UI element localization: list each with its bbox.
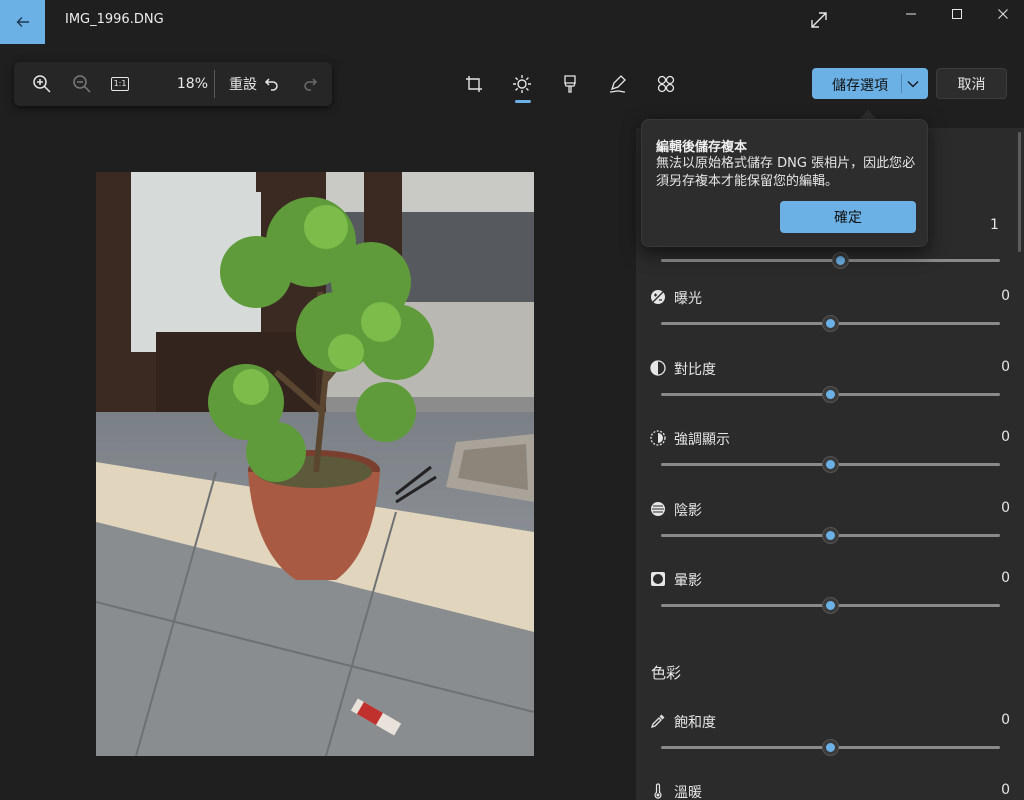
adjustment-row: 曝光 0 (650, 288, 1010, 332)
slider-track[interactable] (661, 259, 1000, 262)
adjustment-label-row: 暈影 0 (650, 570, 1010, 590)
adjustment-label: 對比度 (674, 362, 716, 378)
zoom-in-icon (33, 75, 51, 93)
retouch-icon (657, 75, 675, 93)
actual-size-icon: 1:1 (111, 77, 129, 91)
slider-thumb[interactable] (822, 315, 839, 332)
zoom-in-button[interactable] (24, 62, 60, 106)
crop-icon (466, 76, 482, 92)
adjustment-value[interactable]: 0 (1001, 782, 1010, 798)
contrast-icon (650, 360, 666, 376)
adjustment-row: 溫暖 0 (650, 782, 1010, 800)
adjustment-row: 陰影 0 (650, 500, 1010, 544)
highlights-icon (650, 430, 666, 446)
adjustment-value[interactable]: 0 (1001, 429, 1010, 445)
undo-icon (264, 78, 278, 91)
slider-thumb[interactable] (832, 252, 850, 269)
teaching-tip: 編輯後儲存複本 無法以原始格式儲存 DNG 張相片，因此您必須另存複本才能保留您… (641, 119, 928, 247)
save-options-label: 儲存選項 (832, 78, 888, 94)
zoom-out-button[interactable] (64, 62, 100, 106)
arrow-left-icon (16, 17, 29, 27)
adjustment-row: 強調顯示 0 (650, 429, 1010, 473)
adjustment-label-row: 溫暖 0 (650, 782, 1010, 800)
zoom-out-icon (73, 75, 91, 93)
chevron-down-icon[interactable] (906, 77, 920, 91)
teaching-tip-title: 編輯後儲存複本 (656, 140, 748, 155)
filter-brush-icon (564, 75, 576, 93)
slider-thumb[interactable] (822, 456, 839, 473)
tool-retouch[interactable] (648, 68, 684, 100)
adjustment-label: 強調顯示 (674, 432, 730, 448)
adjustment-label-row: 曝光 0 (650, 288, 1010, 308)
adjustment-value[interactable]: 0 (1001, 712, 1010, 728)
adjustment-label-row: 飽和度 0 (650, 712, 1010, 732)
tool-crop[interactable] (456, 68, 492, 100)
zoom-percent[interactable]: 18% (162, 62, 208, 106)
adjustment-label-row: 陰影 0 (650, 500, 1010, 520)
shadows-icon (650, 501, 666, 517)
ok-button[interactable]: 確定 (780, 201, 916, 233)
adjustment-value[interactable]: 0 (1001, 288, 1010, 304)
title-bar: IMG_1996.DNG (0, 0, 1024, 44)
adjustment-label: 陰影 (674, 503, 702, 519)
adjustment-label-row: 對比度 0 (650, 359, 1010, 379)
photos-editor-window: IMG_1996.DNG 1:1 18% 重設 儲存選項 取消 1 曝光 0 對… (0, 0, 1024, 800)
window-title: IMG_1996.DNG (65, 12, 164, 27)
cancel-button[interactable]: 取消 (936, 68, 1007, 99)
adjustment-label: 曝光 (674, 291, 702, 307)
back-button[interactable] (0, 0, 45, 44)
save-options-button[interactable]: 儲存選項 (812, 68, 928, 99)
maximize-button[interactable] (934, 0, 980, 28)
undo-button[interactable] (254, 62, 290, 106)
tool-filter[interactable] (552, 68, 588, 100)
adjustment-label: 溫暖 (674, 785, 702, 800)
adjustment-label-row: 強調顯示 0 (650, 429, 1010, 449)
slider-thumb[interactable] (822, 386, 839, 403)
redo-button[interactable] (292, 62, 328, 106)
markup-pen-icon (609, 75, 626, 93)
tool-adjust[interactable] (504, 68, 540, 100)
potted-plant-photo (96, 172, 534, 756)
panel-scrollbar[interactable] (1018, 132, 1021, 252)
active-tool-indicator (515, 100, 531, 103)
slider-thumb[interactable] (822, 739, 839, 756)
adjustment-value[interactable]: 0 (1001, 359, 1010, 375)
vignette-icon (650, 571, 666, 587)
adjustment-value[interactable]: 0 (1001, 570, 1010, 586)
teaching-tip-body: 無法以原始格式儲存 DNG 張相片，因此您必須另存複本才能保留您的編輯。 (656, 156, 916, 189)
adjustment-row: 暈影 0 (650, 570, 1010, 614)
redo-icon (304, 78, 318, 91)
adjustment-label: 暈影 (674, 573, 702, 589)
adjust-light-icon (513, 75, 531, 93)
warmth-thermometer-icon (650, 783, 666, 799)
tool-markup[interactable] (600, 68, 636, 100)
expand-diagonal-icon[interactable] (808, 9, 830, 31)
adjustment-label: 飽和度 (674, 715, 716, 731)
slider-thumb[interactable] (822, 597, 839, 614)
adjustment-row: 對比度 0 (650, 359, 1010, 403)
color-section-title: 色彩 (651, 664, 682, 682)
actual-size-button[interactable]: 1:1 (102, 62, 138, 106)
adjustment-value[interactable]: 0 (1001, 500, 1010, 516)
saturation-dropper-icon (650, 713, 666, 729)
close-button[interactable] (980, 0, 1024, 28)
split-divider (901, 74, 902, 93)
zoom-toolbar: 1:1 18% 重設 (14, 62, 332, 106)
photo-canvas[interactable] (96, 172, 534, 756)
adjustment-row: 飽和度 0 (650, 712, 1010, 756)
close-icon (998, 9, 1008, 19)
minimize-button[interactable] (888, 0, 934, 28)
exposure-icon (650, 289, 666, 305)
slider-thumb[interactable] (822, 527, 839, 544)
maximize-icon (952, 9, 962, 19)
minimize-icon (906, 13, 916, 15)
